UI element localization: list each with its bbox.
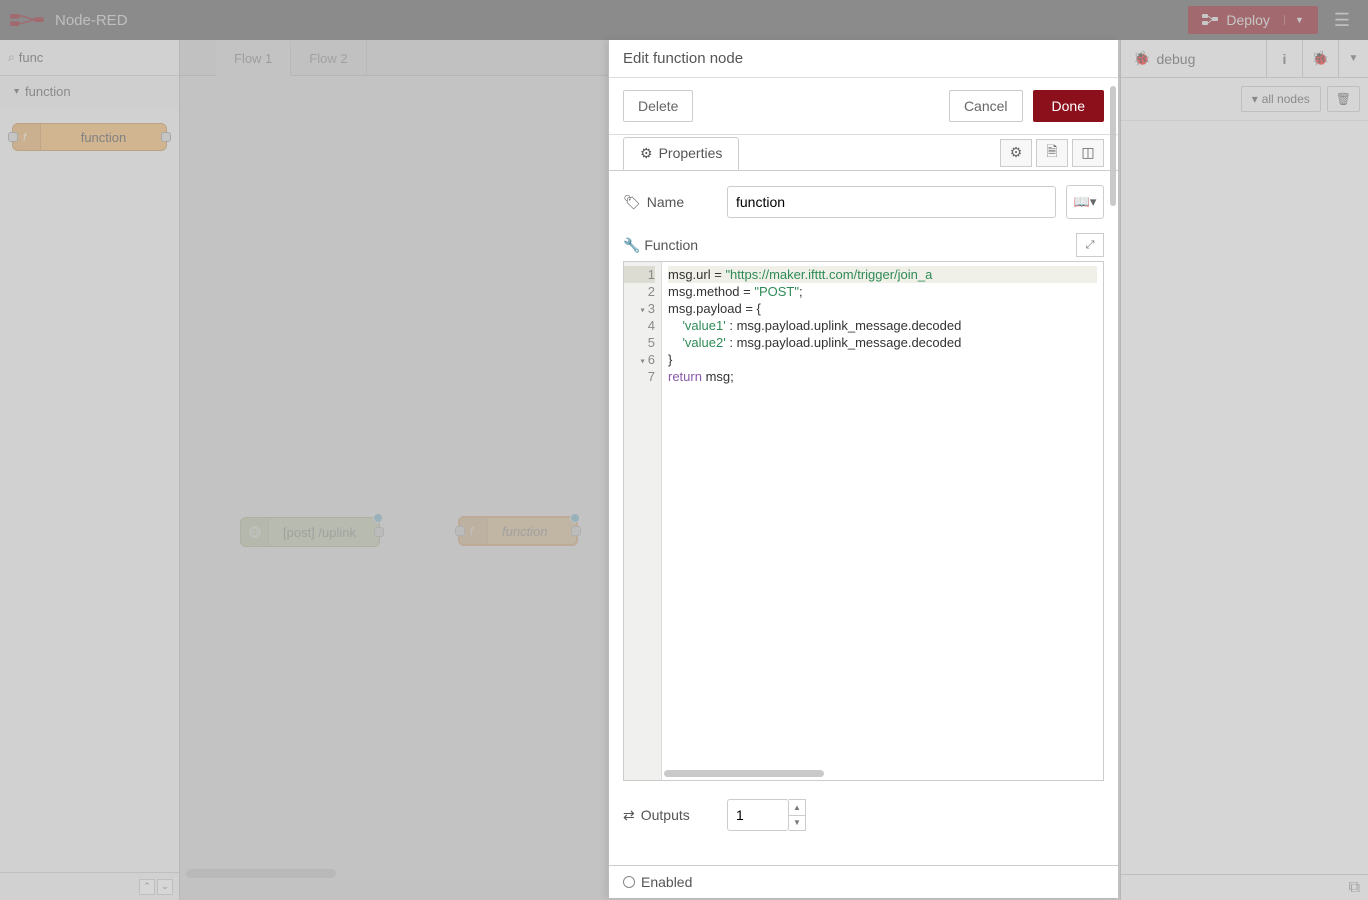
outputs-up-button[interactable]: ▲	[789, 800, 805, 816]
tag-icon: 🏷	[623, 194, 641, 211]
palette-search-input[interactable]	[19, 50, 195, 65]
node-description-button[interactable]: 🗎	[1036, 139, 1068, 167]
editor-h-scrollbar[interactable]	[664, 770, 824, 777]
wrench-icon: 🔧	[623, 237, 640, 254]
main-menu-button[interactable]: ☰	[1326, 6, 1358, 35]
document-icon: 🗎	[1046, 141, 1057, 165]
palette-node-function[interactable]: f function	[12, 123, 167, 151]
node-input-port[interactable]	[8, 132, 18, 142]
palette-collapse-button[interactable]: ⌃	[139, 879, 155, 895]
deploy-button[interactable]: Deploy ▼	[1188, 6, 1318, 34]
code-gutter: 1234567	[624, 262, 662, 780]
debug-messages-area	[1121, 121, 1368, 874]
sidebar-panel: 🐞 debug i 🐞 ▼ ▾ all nodes 🗑 ⧉	[1120, 40, 1368, 900]
env-var-button[interactable]: 📖▾	[1066, 185, 1104, 219]
search-icon: ⌕	[8, 50, 15, 65]
expand-editor-button[interactable]: ⤢	[1076, 233, 1104, 257]
tray-footer: Enabled	[609, 865, 1118, 898]
node-changed-indicator	[373, 513, 383, 523]
filter-icon: ▾	[1252, 92, 1258, 106]
tray-title: Edit function node	[609, 40, 1118, 78]
node-appearance-button[interactable]: ◫	[1072, 139, 1104, 167]
tab-flow-2[interactable]: Flow 2	[291, 40, 366, 75]
book-icon: 📖▾	[1074, 194, 1097, 210]
node-output-port[interactable]	[571, 526, 581, 536]
code-editor[interactable]: 1234567 msg.url = "https://maker.ifttt.c…	[623, 261, 1104, 781]
appearance-icon: ◫	[1081, 144, 1094, 161]
sidebar-debug-button[interactable]: 🐞	[1302, 40, 1338, 77]
outputs-down-button[interactable]: ▼	[789, 816, 805, 831]
canvas-h-scrollbar[interactable]	[186, 869, 336, 878]
palette-category-function[interactable]: ▸ function	[0, 76, 179, 107]
node-http-in[interactable]: [post] /uplink	[240, 517, 380, 547]
node-output-port[interactable]	[161, 132, 171, 142]
delete-button[interactable]: Delete	[623, 90, 693, 122]
node-red-logo-icon	[10, 11, 45, 29]
enabled-label: Enabled	[641, 874, 692, 890]
palette-search-row: ⌕ ×	[0, 40, 179, 76]
popout-icon[interactable]: ⧉	[1349, 879, 1360, 897]
edit-tray: Edit function node Delete Cancel Done ⚙ …	[608, 40, 1118, 898]
gear-icon: ⚙	[1010, 144, 1023, 161]
node-changed-indicator	[570, 513, 580, 523]
node-output-port[interactable]	[374, 527, 384, 537]
sidebar-tab-menu[interactable]: ▼	[1338, 40, 1368, 77]
name-label: 🏷Name	[623, 194, 717, 211]
deploy-caret-icon[interactable]: ▼	[1284, 15, 1304, 25]
gear-icon: ⚙	[640, 145, 653, 162]
node-input-port[interactable]	[455, 526, 465, 536]
chevron-down-icon: ▸	[11, 89, 22, 94]
tray-v-scrollbar[interactable]	[1110, 86, 1116, 206]
trash-icon: 🗑	[1336, 92, 1351, 106]
sidebar-info-button[interactable]: i	[1266, 40, 1302, 77]
svg-text:f: f	[23, 132, 27, 144]
node-function[interactable]: f function	[458, 516, 578, 546]
cancel-button[interactable]: Cancel	[949, 90, 1023, 122]
outputs-label: ⇄Outputs	[623, 807, 717, 824]
bug-icon: 🐞	[1133, 50, 1150, 67]
sidebar-footer: ⧉	[1121, 874, 1368, 900]
deploy-icon	[1202, 13, 1218, 27]
palette-expand-button[interactable]: ⌄	[157, 879, 173, 895]
sidebar-tab-debug[interactable]: 🐞 debug	[1121, 40, 1266, 77]
done-button[interactable]: Done	[1033, 90, 1104, 122]
debug-clear-button[interactable]: 🗑	[1327, 86, 1360, 112]
tab-scroll-left[interactable]	[180, 40, 216, 75]
outputs-input[interactable]	[727, 799, 789, 831]
app-title: Node-RED	[55, 12, 128, 29]
function-label: Function	[644, 237, 698, 253]
code-content[interactable]: msg.url = "https://maker.ifttt.com/trigg…	[662, 262, 1103, 780]
name-input[interactable]	[727, 186, 1056, 218]
palette-footer: ⌃ ⌄	[0, 872, 179, 900]
node-settings-button[interactable]: ⚙	[1000, 139, 1032, 167]
palette-panel: ⌕ × ▸ function f function ⌃ ⌄	[0, 40, 180, 900]
enabled-toggle[interactable]	[623, 876, 635, 888]
shuffle-icon: ⇄	[623, 807, 635, 824]
debug-filter-button[interactable]: ▾ all nodes	[1241, 86, 1321, 112]
http-node-icon	[241, 518, 269, 546]
svg-text:f: f	[470, 526, 474, 538]
tab-flow-1[interactable]: Flow 1	[216, 40, 291, 76]
properties-tab[interactable]: ⚙ Properties	[623, 137, 739, 170]
app-header: Node-RED Deploy ▼ ☰	[0, 0, 1368, 40]
